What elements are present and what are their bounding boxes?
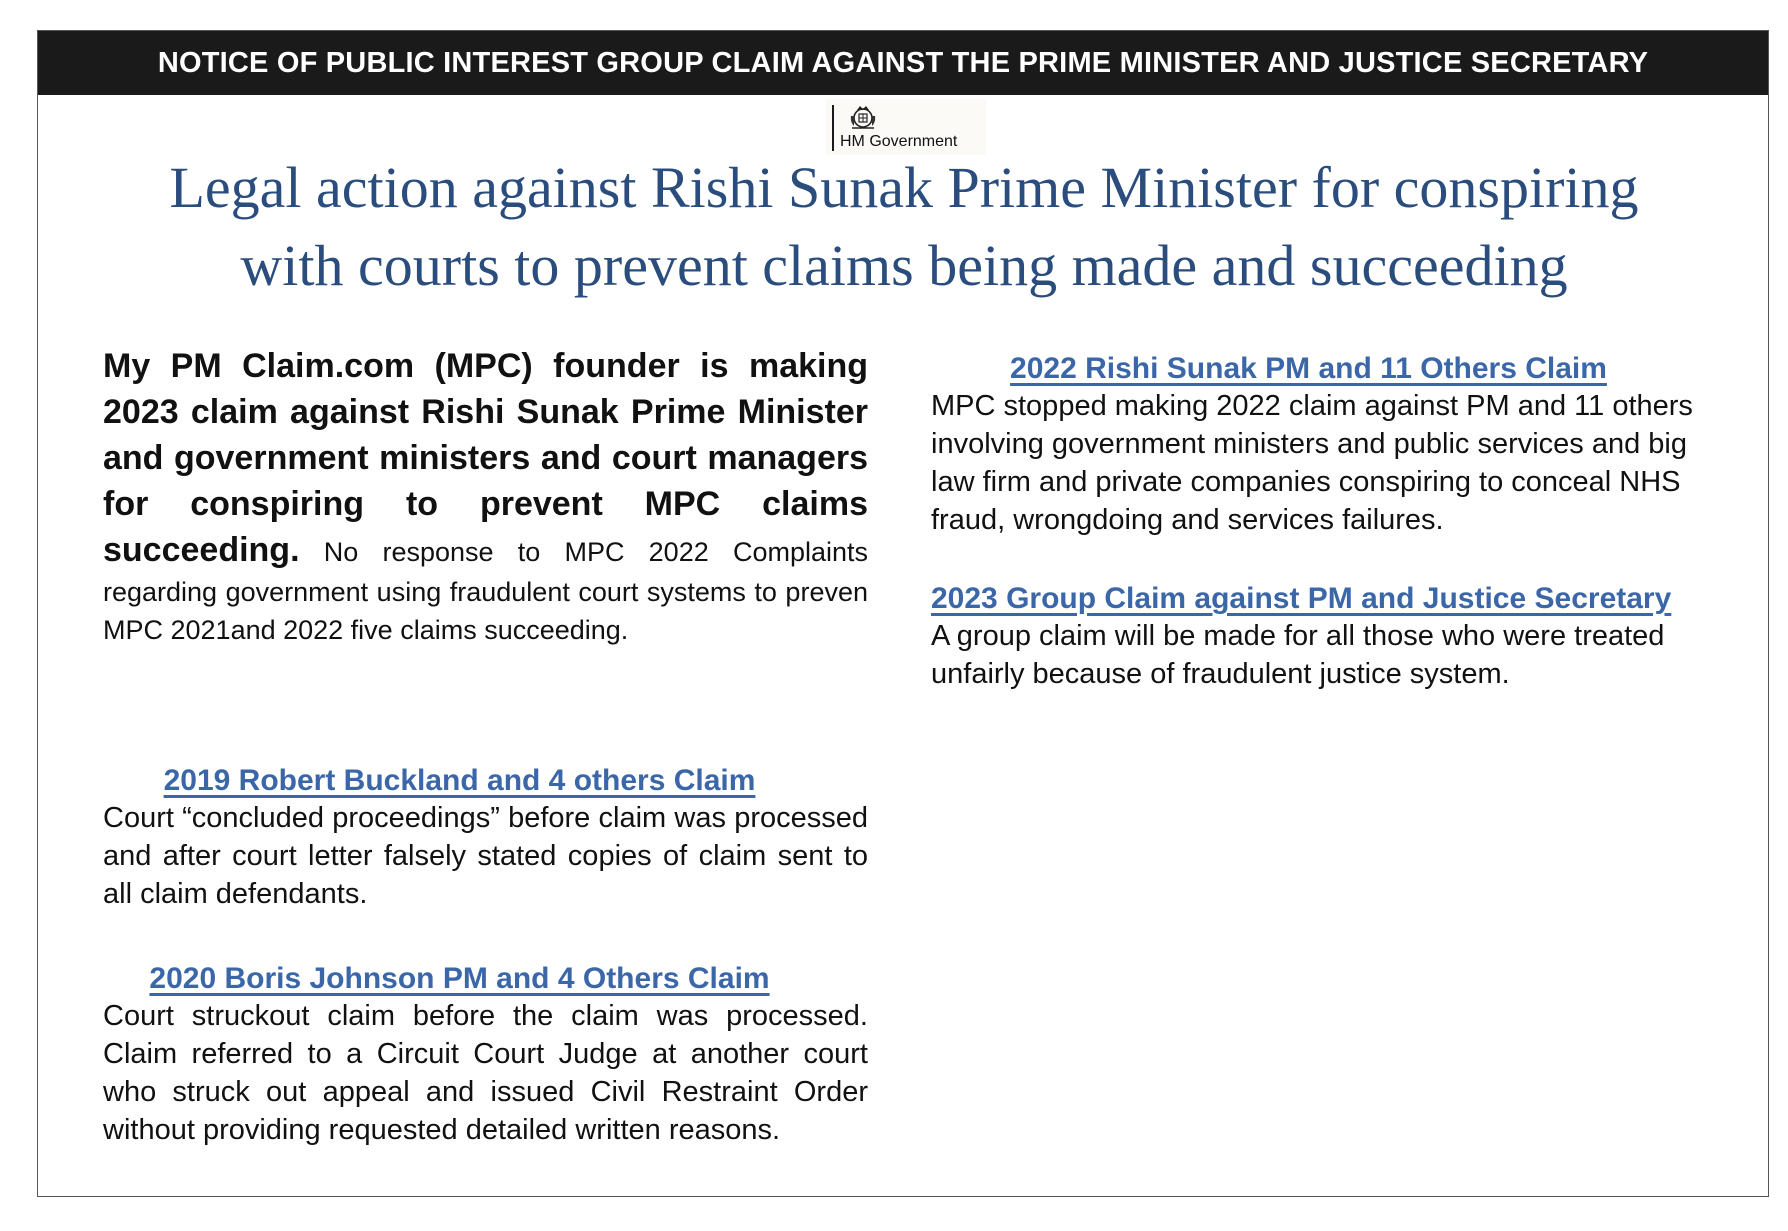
claim-2023-title[interactable]: 2023 Group Claim against PM and Justice … [931,581,1716,617]
claim-2023-body: A group claim will be made for all those… [931,620,1665,690]
claim-2019: 2019 Robert Buckland and 4 others Claim … [103,763,868,913]
claim-2022-title[interactable]: 2022 Rishi Sunak PM and 11 Others Claim [931,351,1716,387]
headline: Legal action against Rishi Sunak Prime M… [58,149,1750,305]
claim-2019-title[interactable]: 2019 Robert Buckland and 4 others Claim [103,763,868,799]
headline-line-2: with courts to prevent claims being made… [240,233,1568,298]
claim-2023: 2023 Group Claim against PM and Justice … [931,581,1716,693]
intro-paragraph: My PM Claim.com (MPC) founder is making … [103,343,868,649]
claim-2020-body: Court struckout claim before the claim w… [103,1000,868,1146]
claim-2022: 2022 Rishi Sunak PM and 11 Others Claim … [931,351,1716,539]
left-column: My PM Claim.com (MPC) founder is making … [103,343,868,1146]
hm-government-logo: HM Government [826,99,986,155]
notice-banner: NOTICE OF PUBLIC INTEREST GROUP CLAIM AG… [38,31,1768,95]
claim-2019-body: Court “concluded proceedings” before cla… [103,802,868,910]
claim-2020-title[interactable]: 2020 Boris Johnson PM and 4 Others Claim [103,961,868,997]
royal-crest-icon [850,106,876,129]
logo-divider [832,105,834,151]
claim-2020: 2020 Boris Johnson PM and 4 Others Claim… [103,961,868,1149]
headline-line-1: Legal action against Rishi Sunak Prime M… [169,155,1639,220]
notice-frame: NOTICE OF PUBLIC INTEREST GROUP CLAIM AG… [37,30,1769,1197]
claim-2022-body: MPC stopped making 2022 claim against PM… [931,390,1693,536]
intro-lead: My PM Claim.com (MPC) founder is making … [103,347,868,569]
